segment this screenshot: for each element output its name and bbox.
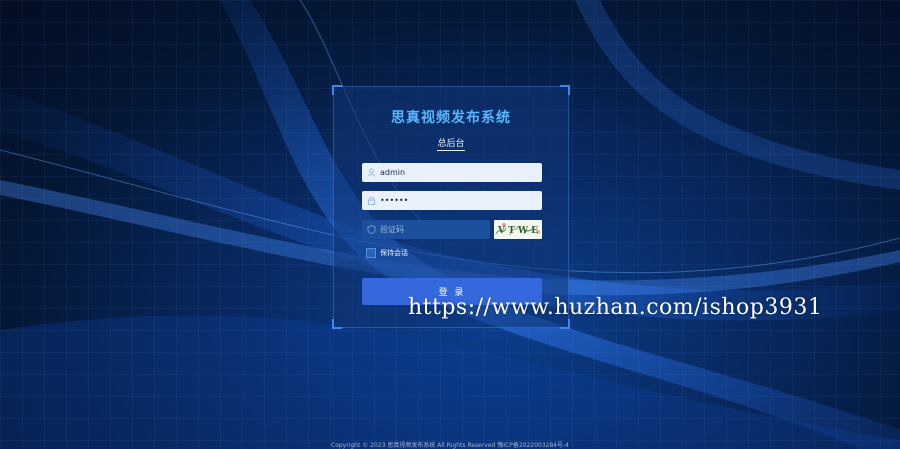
app-title: 思真视频发布系统 bbox=[391, 110, 511, 126]
panel-corner bbox=[560, 319, 570, 329]
shield-icon bbox=[362, 220, 380, 239]
remember-label: 保持会话 bbox=[380, 249, 408, 257]
remember-checkbox[interactable] bbox=[366, 248, 376, 258]
captcha-input[interactable] bbox=[380, 221, 480, 238]
remember-session[interactable]: 保持会话 bbox=[366, 248, 408, 258]
footer-copyright: Copyright © 2023 思真视频发布系统 All Rights Res… bbox=[331, 442, 569, 449]
captcha-image[interactable]: V T W E bbox=[494, 220, 542, 239]
lock-icon bbox=[362, 191, 380, 210]
username-field[interactable] bbox=[362, 163, 542, 182]
panel-corner bbox=[560, 85, 570, 95]
captcha-row: V T W E bbox=[362, 220, 542, 239]
watermark-url: https://www.huzhan.com/ishop3931 bbox=[408, 295, 823, 320]
username-input[interactable] bbox=[380, 164, 530, 181]
panel-corner bbox=[332, 319, 342, 329]
subtitle-text: 总后台 bbox=[437, 139, 465, 151]
login-panel: 思真视频发布系统 总后台 V T W E bbox=[332, 85, 570, 329]
password-field[interactable] bbox=[362, 191, 542, 210]
captcha-field[interactable] bbox=[362, 220, 490, 239]
password-input[interactable] bbox=[380, 192, 530, 209]
subtitle: 总后台 bbox=[334, 136, 568, 151]
user-icon bbox=[362, 163, 380, 182]
panel-corner bbox=[332, 85, 342, 95]
captcha-text: V T W E bbox=[497, 226, 538, 236]
